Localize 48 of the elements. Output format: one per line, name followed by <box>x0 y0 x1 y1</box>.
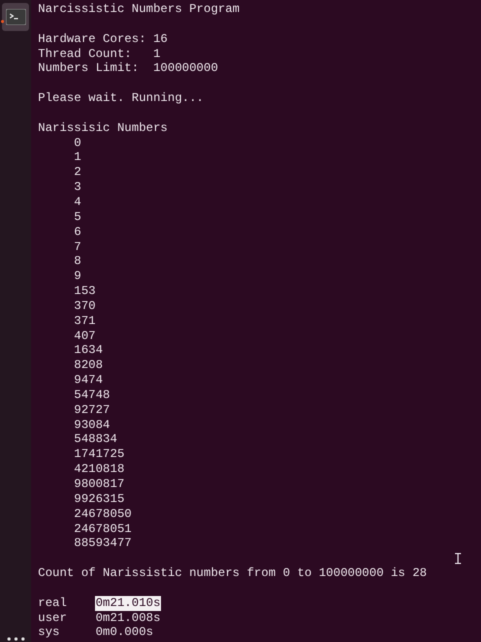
time-value: 0m21.010s <box>94 596 162 611</box>
field-value: 1 <box>153 46 160 62</box>
field-label: Hardware Cores: <box>38 32 148 47</box>
number-value: 153 <box>74 284 96 299</box>
number-value: 0 <box>74 136 82 150</box>
output-line: Narissisic Numbers <box>38 120 168 136</box>
field-value: 16 <box>153 32 168 47</box>
number-value: 370 <box>74 298 96 314</box>
time-value: 0m21.008s <box>94 610 162 626</box>
number-value: 407 <box>74 328 96 344</box>
number-value: 8208 <box>74 358 103 374</box>
output-line: Narcissistic Numbers Program <box>38 2 240 17</box>
output-line: Please wait. Running... <box>38 91 204 106</box>
time-label: sys <box>38 625 61 640</box>
field-value: 100000000 <box>153 61 218 76</box>
number-value: 1741725 <box>74 447 124 462</box>
number-value: 6 <box>74 224 82 240</box>
number-value: 4210818 <box>74 462 124 477</box>
number-value: 1634 <box>74 343 103 358</box>
number-value: 9 <box>74 269 82 284</box>
terminal-icon <box>6 9 26 25</box>
number-value: 1 <box>74 150 82 166</box>
number-value: 4 <box>74 194 82 210</box>
number-value: 9800817 <box>74 477 124 492</box>
number-value: 371 <box>74 314 96 329</box>
time-label: real <box>38 596 68 611</box>
field-label: Numbers Limit: <box>38 61 140 76</box>
number-value: 92727 <box>74 402 110 418</box>
terminal-launcher[interactable] <box>2 3 29 31</box>
number-value: 54748 <box>74 388 110 403</box>
text-cursor-icon <box>455 553 461 564</box>
number-value: 8 <box>74 254 82 270</box>
number-value: 9474 <box>74 373 103 388</box>
time-value: 0m0.000s <box>94 625 154 640</box>
number-value: 24678050 <box>74 506 132 522</box>
running-indicator <box>1 20 4 23</box>
number-value: 548834 <box>74 432 118 448</box>
number-value: 7 <box>74 240 82 254</box>
time-label: user <box>38 610 68 626</box>
number-value: 88593477 <box>74 536 132 552</box>
number-value: 5 <box>74 210 82 225</box>
output-line: Count of Narissistic numbers from 0 to 100000000 is 28 <box>38 566 427 581</box>
number-value: 2 <box>74 165 82 180</box>
number-value: 3 <box>74 180 82 195</box>
number-value: 9926315 <box>74 492 124 507</box>
number-value: 24678051 <box>74 522 132 536</box>
field-label: Thread Count: <box>38 46 133 62</box>
number-value: 93084 <box>74 418 110 432</box>
